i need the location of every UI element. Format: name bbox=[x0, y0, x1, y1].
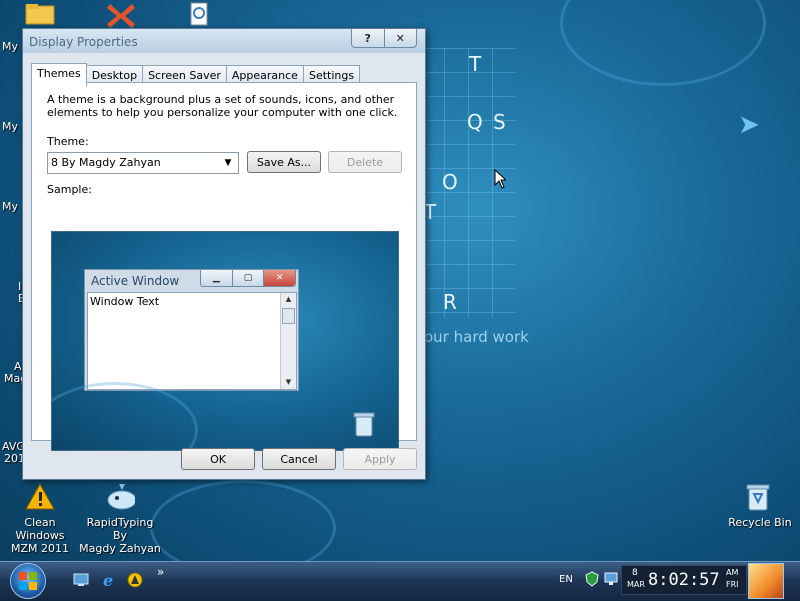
windows-logo-icon bbox=[19, 572, 37, 590]
delete-x-icon[interactable] bbox=[106, 2, 136, 28]
cursor-icon bbox=[494, 169, 506, 189]
maximize-icon: ▢ bbox=[231, 270, 264, 286]
whale-icon bbox=[107, 484, 135, 510]
desktop-icon-label: Recycle Bin bbox=[728, 516, 792, 529]
user-picture[interactable] bbox=[748, 563, 784, 599]
sample-window-buttons: ▁ ▢ ✕ bbox=[200, 270, 296, 287]
cancel-button[interactable]: Cancel bbox=[262, 448, 336, 470]
svg-text:e: e bbox=[103, 572, 113, 588]
display-properties-dialog: Display Properties ? ✕ Themes Desktop Sc… bbox=[22, 28, 426, 480]
sample-window-text: Window Text bbox=[90, 295, 160, 308]
theme-select[interactable]: 8 By Magdy Zahyan ▼ bbox=[47, 152, 239, 174]
show-desktop-icon[interactable] bbox=[73, 572, 89, 588]
desktop-icon-label: Clean Windows MZM 2011 bbox=[10, 516, 69, 555]
clock[interactable]: 8 MAR 8:02:57 AM FRI bbox=[621, 565, 747, 595]
theme-select-value: 8 By Magdy Zahyan bbox=[51, 156, 161, 169]
clock-ampm: AM bbox=[726, 568, 739, 577]
desktop-icon-label[interactable]: My bbox=[2, 40, 18, 53]
themes-panel: A theme is a background plus a set of so… bbox=[31, 82, 417, 451]
folder-icon[interactable] bbox=[24, 2, 56, 26]
network-icon[interactable] bbox=[603, 571, 619, 587]
desktop-icon-label[interactable]: My bbox=[2, 120, 18, 133]
theme-sample-preview: Active Window ▁ ▢ ✕ Window Text ▲ ▼ bbox=[51, 231, 399, 451]
wallpaper-letter: O bbox=[442, 170, 458, 194]
clock-time: 8:02:57 bbox=[648, 570, 720, 590]
clock-day: 8 bbox=[632, 568, 638, 578]
desktop-icon-recycle-bin[interactable]: Recycle Bin bbox=[725, 482, 795, 529]
clock-month: MAR bbox=[627, 580, 645, 589]
wallpaper-letter: Q bbox=[467, 110, 483, 134]
recycle-bin-icon bbox=[746, 484, 770, 511]
tab-strip: Themes Desktop Screen Saver Appearance S… bbox=[31, 63, 361, 86]
title-buttons: ? ✕ bbox=[351, 29, 417, 48]
sample-window-title: Active Window bbox=[91, 274, 180, 288]
security-shield-icon[interactable] bbox=[584, 571, 600, 587]
warning-icon bbox=[25, 482, 55, 510]
sample-scrollbar: ▲ ▼ bbox=[280, 293, 296, 389]
scroll-up-icon: ▲ bbox=[285, 295, 292, 303]
dialog-title: Display Properties bbox=[29, 35, 138, 49]
close-icon: ✕ bbox=[263, 270, 296, 286]
wallpaper-tagline: our hard work bbox=[424, 328, 529, 346]
sample-active-window: Active Window ▁ ▢ ✕ Window Text ▲ ▼ bbox=[84, 269, 299, 391]
sample-label: Sample: bbox=[47, 183, 92, 196]
help-button[interactable]: ? bbox=[352, 29, 384, 47]
theme-label: Theme: bbox=[47, 135, 89, 148]
tab-themes[interactable]: Themes bbox=[31, 63, 87, 86]
language-indicator[interactable]: EN bbox=[559, 574, 573, 585]
desktop-icon-label: RapidTyping By Magdy Zahyan bbox=[79, 516, 161, 555]
apply-button[interactable]: Apply bbox=[343, 448, 417, 470]
delete-button[interactable]: Delete bbox=[328, 151, 402, 173]
start-button[interactable] bbox=[10, 563, 46, 599]
theme-description: A theme is a background plus a set of so… bbox=[47, 93, 398, 119]
wallpaper-swirl bbox=[560, 0, 766, 86]
search-document-icon[interactable] bbox=[188, 2, 212, 28]
save-as-button[interactable]: Save As... bbox=[247, 151, 321, 173]
quick-launch-more[interactable]: » bbox=[157, 565, 164, 579]
internet-explorer-icon[interactable]: e bbox=[101, 572, 117, 588]
recycle-bin-icon bbox=[353, 412, 375, 437]
wallpaper-swirl bbox=[52, 382, 198, 450]
wallpaper-letter: R bbox=[443, 290, 457, 314]
desktop-icon-label[interactable]: My bbox=[2, 200, 18, 213]
scroll-down-icon: ▼ bbox=[285, 378, 292, 386]
ok-button[interactable]: OK bbox=[181, 448, 255, 470]
avg-icon[interactable] bbox=[127, 572, 143, 588]
desktop-icon-clean-windows[interactable]: Clean Windows MZM 2011 bbox=[2, 482, 78, 555]
scroll-thumb bbox=[282, 308, 295, 324]
wallpaper-letter: S bbox=[493, 110, 506, 134]
wallpaper-letter: T bbox=[469, 52, 482, 76]
fish-icon: ➤ bbox=[738, 110, 760, 140]
title-bar[interactable]: Display Properties ? ✕ bbox=[23, 29, 425, 53]
chevron-down-icon[interactable]: ▼ bbox=[220, 155, 236, 171]
close-button[interactable]: ✕ bbox=[383, 29, 417, 47]
sample-window-body: Window Text ▲ ▼ bbox=[87, 292, 297, 390]
desktop-icon-rapidtyping[interactable]: RapidTyping By Magdy Zahyan bbox=[79, 482, 161, 555]
minimize-icon: ▁ bbox=[212, 273, 220, 283]
clock-weekday: FRI bbox=[726, 580, 739, 589]
